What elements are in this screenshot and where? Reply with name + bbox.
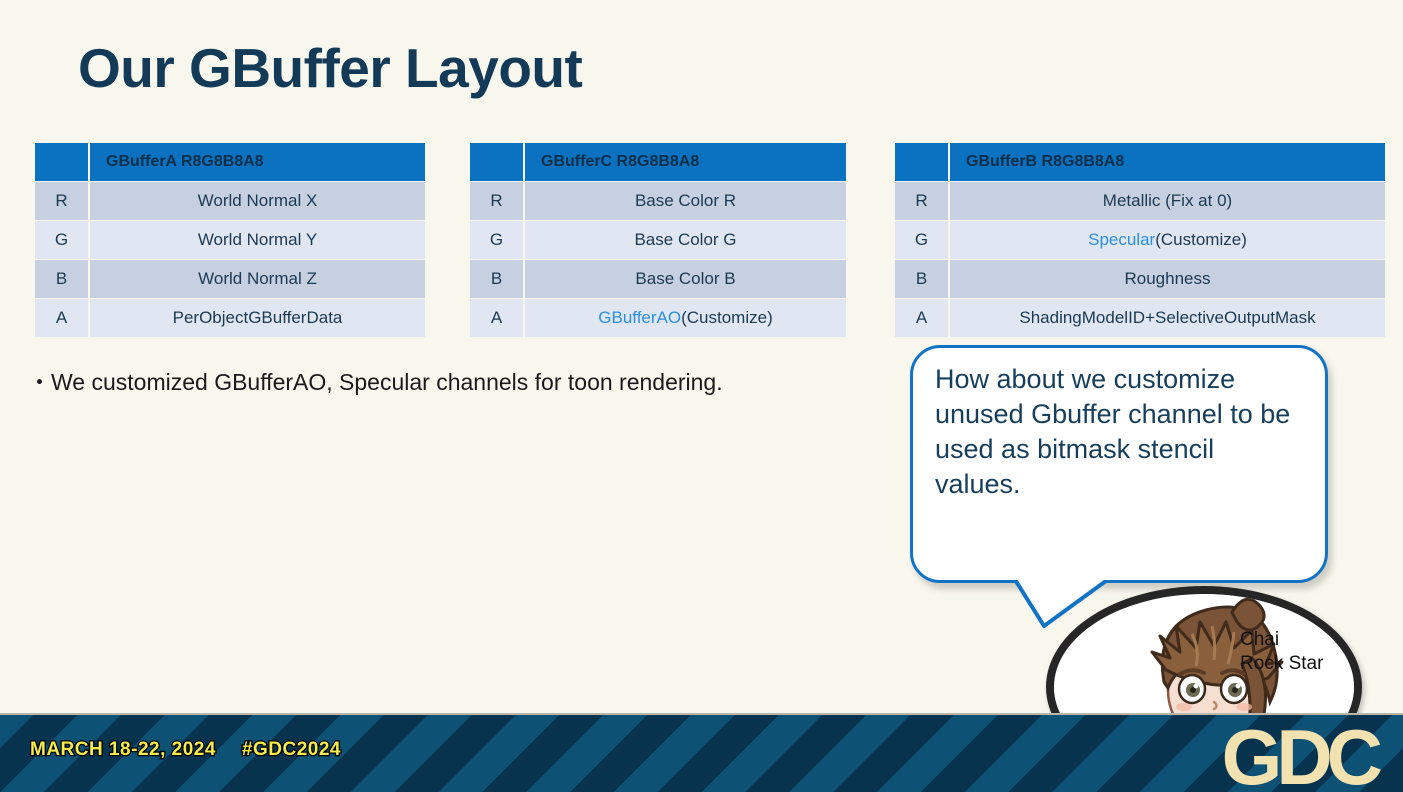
table-row: G World Normal Y — [35, 221, 425, 259]
channel-key: B — [470, 260, 523, 298]
table-row: B Roughness — [895, 260, 1385, 298]
body-bullet-text: ・We customized GBufferAO, Specular chann… — [28, 369, 723, 395]
channel-key: R — [470, 182, 523, 220]
channel-value: Roughness — [950, 260, 1385, 298]
speech-bubble: How about we customize unused Gbuffer ch… — [910, 345, 1328, 583]
channel-key: A — [895, 299, 948, 337]
channel-key: R — [895, 182, 948, 220]
character-name-label: Chai Rock Star — [1240, 629, 1324, 675]
channel-value: GBufferAO (Customize) — [525, 299, 846, 337]
header-key-cell — [895, 143, 948, 181]
channel-value: Metallic (Fix at 0) — [950, 182, 1385, 220]
gbuffer-c-table: GBufferC R8G8B8A8 R Base Color R G Base … — [470, 143, 846, 338]
channel-key: R — [35, 182, 88, 220]
channel-value: World Normal X — [90, 182, 425, 220]
channel-value: Base Color G — [525, 221, 846, 259]
gbuffer-a-table: GBufferA R8G8B8A8 R World Normal X G Wor… — [35, 143, 425, 338]
header-label-cell: GBufferC R8G8B8A8 — [525, 143, 846, 181]
footer-hashtag: #GDC2024 — [241, 738, 342, 762]
gdc-logo: GDC — [1221, 713, 1383, 792]
channel-key: A — [470, 299, 523, 337]
channel-key: A — [35, 299, 88, 337]
channel-key: B — [35, 260, 88, 298]
table-row: A PerObjectGBufferData — [35, 299, 425, 337]
header-label-cell: GBufferA R8G8B8A8 — [90, 143, 425, 181]
channel-value: World Normal Y — [90, 221, 425, 259]
table-row: G Base Color G — [470, 221, 846, 259]
page-title: Our GBuffer Layout — [78, 37, 583, 99]
header-label-cell: GBufferB R8G8B8A8 — [950, 143, 1385, 181]
channel-value: Base Color R — [525, 182, 846, 220]
highlighted-term: GBufferAO — [598, 308, 682, 327]
table-row: A ShadingModelID+SelectiveOutputMask — [895, 299, 1385, 337]
footer-text: MARCH 18-22, 2024 #GDC2024 — [29, 738, 367, 762]
table-row: R Base Color R — [470, 182, 846, 220]
channel-value: Base Color B — [525, 260, 846, 298]
table-row: B Base Color B — [470, 260, 846, 298]
header-key-cell — [470, 143, 523, 181]
table-row: A GBufferAO (Customize) — [470, 299, 846, 337]
channel-key: G — [895, 221, 948, 259]
table-row: R World Normal X — [35, 182, 425, 220]
gbuffer-b-table: GBufferB R8G8B8A8 R Metallic (Fix at 0) … — [895, 143, 1385, 338]
channel-value: ShadingModelID+SelectiveOutputMask — [950, 299, 1385, 337]
channel-value: PerObjectGBufferData — [90, 299, 425, 337]
table-header-row: GBufferC R8G8B8A8 — [470, 143, 846, 181]
highlighted-term: Specular — [1088, 230, 1156, 249]
header-key-cell — [35, 143, 88, 181]
table-header-row: GBufferB R8G8B8A8 — [895, 143, 1385, 181]
channel-value: Specular (Customize) — [950, 221, 1385, 259]
channel-value: World Normal Z — [90, 260, 425, 298]
table-header-row: GBufferA R8G8B8A8 — [35, 143, 425, 181]
value-suffix: (Customize) — [681, 308, 773, 327]
channel-key: G — [35, 221, 88, 259]
table-row: B World Normal Z — [35, 260, 425, 298]
footer-dates: MARCH 18-22, 2024 — [29, 738, 217, 762]
table-row: R Metallic (Fix at 0) — [895, 182, 1385, 220]
channel-key: G — [470, 221, 523, 259]
table-row: G Specular (Customize) — [895, 221, 1385, 259]
value-suffix: (Customize) — [1155, 230, 1247, 249]
footer-bar: GDC MARCH 18-22, 2024 #GDC2024 — [0, 713, 1403, 792]
channel-key: B — [895, 260, 948, 298]
